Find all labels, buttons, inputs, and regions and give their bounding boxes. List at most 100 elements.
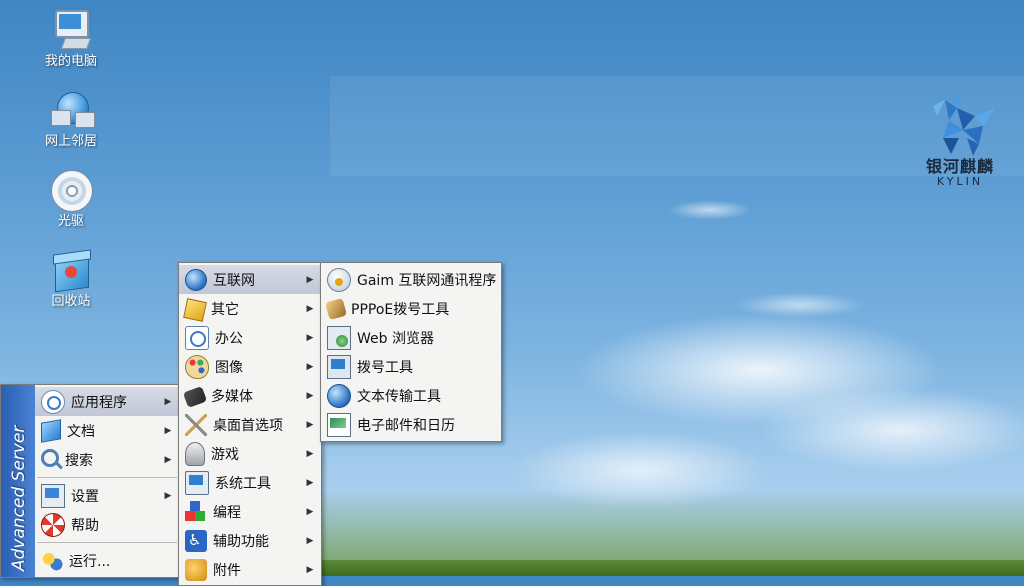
desktop-icon-my-computer[interactable]: 我的电脑 [31, 8, 111, 70]
menu-item-settings[interactable]: 设置 ▶ [35, 481, 179, 510]
kylin-emblem-icon [933, 88, 995, 156]
cdrom-icon [49, 168, 93, 212]
menu-item-label: 电子邮件和日历 [357, 417, 455, 434]
run-icon [41, 549, 63, 572]
logo-chinese-name: 银河麒麟 [925, 157, 994, 176]
menu-item-label: 办公 [215, 330, 243, 347]
menu-item-search[interactable]: 搜索 ▶ [35, 445, 179, 474]
menu-item-pppoe[interactable]: PPPoE拨号工具 [321, 294, 501, 323]
menu-item-label: 附件 [213, 562, 241, 579]
menu-separator [37, 542, 177, 543]
settings-icon [41, 483, 65, 508]
submenu-arrow-icon: ▶ [164, 396, 172, 407]
menu-item-label: 运行... [69, 553, 111, 570]
menu-item-label: 桌面首选项 [213, 417, 283, 434]
desktop-icon-cdrom[interactable]: 光驱 [31, 168, 111, 230]
menu-item-run[interactable]: 运行... [35, 546, 179, 575]
menu-item-internet[interactable]: 互联网 ▶ [179, 265, 321, 294]
other-icon [183, 297, 207, 322]
menu-item-documents[interactable]: 文档 ▶ [35, 416, 179, 445]
menu-item-file-transfer[interactable]: 文本传输工具 [321, 381, 501, 410]
menu-item-label: 文本传输工具 [357, 388, 441, 405]
submenu-arrow-icon: ▶ [306, 361, 314, 372]
submenu-arrow-icon: ▶ [306, 390, 314, 401]
submenu-arrow-icon: ▶ [306, 506, 314, 517]
menu-item-dialup[interactable]: 拨号工具 [321, 352, 501, 381]
system-tools-icon [185, 470, 209, 495]
menu-item-system-tools[interactable]: 系统工具 ▶ [179, 468, 321, 497]
menu-item-programming[interactable]: 编程 ▶ [179, 497, 321, 526]
menu-item-label: 其它 [211, 301, 239, 318]
submenu-arrow-icon: ▶ [164, 425, 172, 436]
menu-item-web-browser[interactable]: Web 浏览器 [321, 323, 501, 352]
menu-item-label: 帮助 [71, 517, 99, 534]
games-icon [185, 441, 205, 466]
menu-item-gaim[interactable]: Gaim 互联网通讯程序 [321, 265, 501, 294]
menu-item-applications[interactable]: 应用程序 ▶ [35, 387, 179, 416]
graphics-icon [185, 354, 209, 379]
menu-item-label: 辅助功能 [213, 533, 269, 550]
menu-item-label: 互联网 [213, 272, 255, 289]
menu-side-band: Advanced Server [1, 385, 35, 577]
menu-item-multimedia[interactable]: 多媒体 ▶ [179, 381, 321, 410]
desktop-prefs-icon [185, 413, 207, 436]
menu-item-accessibility[interactable]: 辅助功能 ▶ [179, 526, 321, 555]
desktop-icon-label: 光驱 [57, 214, 84, 229]
menu-item-label: Web 浏览器 [357, 330, 434, 347]
menu-separator [37, 477, 177, 478]
applications-icon [41, 389, 65, 414]
menu-item-email-calendar[interactable]: 电子邮件和日历 [321, 410, 501, 439]
applications-submenu: 互联网 ▶ 其它 ▶ 办公 ▶ 图像 ▶ 多媒体 ▶ 桌面首选项 ▶ 游戏 ▶ … [178, 262, 322, 586]
email-calendar-icon [327, 412, 351, 437]
submenu-arrow-icon: ▶ [306, 332, 314, 343]
submenu-arrow-icon: ▶ [306, 564, 314, 575]
menu-item-games[interactable]: 游戏 ▶ [179, 439, 321, 468]
menu-item-label: 游戏 [211, 446, 239, 463]
menu-side-label: Advanced Server [9, 425, 29, 571]
multimedia-icon [182, 386, 208, 408]
desktop-icon-label: 回收站 [51, 294, 91, 309]
pppoe-icon [324, 297, 348, 320]
menu-item-accessories[interactable]: 附件 ▶ [179, 555, 321, 584]
desktop-icon-label: 我的电脑 [44, 54, 97, 69]
kylin-logo: 银河麒麟 KYLIN [918, 86, 1002, 188]
menu-item-desktop-prefs[interactable]: 桌面首选项 ▶ [179, 410, 321, 439]
menu-item-label: 应用程序 [71, 394, 127, 411]
programming-icon [185, 500, 207, 523]
dialup-icon [327, 354, 351, 379]
submenu-arrow-icon: ▶ [306, 477, 314, 488]
menu-item-other[interactable]: 其它 ▶ [179, 294, 321, 323]
submenu-arrow-icon: ▶ [306, 303, 314, 314]
menu-item-label: 文档 [67, 423, 95, 440]
submenu-arrow-icon: ▶ [306, 419, 314, 430]
file-transfer-icon [327, 383, 351, 408]
accessibility-icon [185, 529, 207, 552]
submenu-arrow-icon: ▶ [164, 454, 172, 465]
main-menu: Advanced Server 应用程序 ▶ 文档 ▶ 搜索 ▶ 设置 ▶ 帮助 [0, 384, 180, 578]
menu-item-label: PPPoE拨号工具 [351, 301, 450, 318]
menu-item-label: 多媒体 [211, 388, 253, 405]
internet-icon [185, 268, 207, 291]
internet-submenu: Gaim 互联网通讯程序 PPPoE拨号工具 Web 浏览器 拨号工具 文本传输… [320, 262, 502, 442]
menu-item-help[interactable]: 帮助 [35, 510, 179, 539]
menu-item-label: 搜索 [65, 452, 93, 469]
web-browser-icon [327, 325, 351, 350]
wallpaper-grass [320, 560, 1024, 576]
office-icon [185, 325, 209, 350]
desktop-icon-label: 网上邻居 [44, 134, 97, 149]
desktop-icon-network[interactable]: 网上邻居 [31, 88, 111, 150]
menu-item-graphics[interactable]: 图像 ▶ [179, 352, 321, 381]
accessories-icon [185, 558, 207, 581]
desktop-icon-trash[interactable]: 回收站 [31, 248, 111, 310]
menu-item-office[interactable]: 办公 ▶ [179, 323, 321, 352]
help-icon [41, 512, 65, 537]
search-icon [41, 448, 59, 467]
submenu-arrow-icon: ▶ [306, 535, 314, 546]
menu-item-label: 图像 [215, 359, 243, 376]
documents-icon [41, 418, 61, 443]
network-icon [49, 88, 95, 132]
trash-icon [49, 248, 93, 293]
submenu-arrow-icon: ▶ [306, 448, 314, 459]
computer-icon [49, 8, 93, 52]
gaim-icon [327, 267, 351, 292]
